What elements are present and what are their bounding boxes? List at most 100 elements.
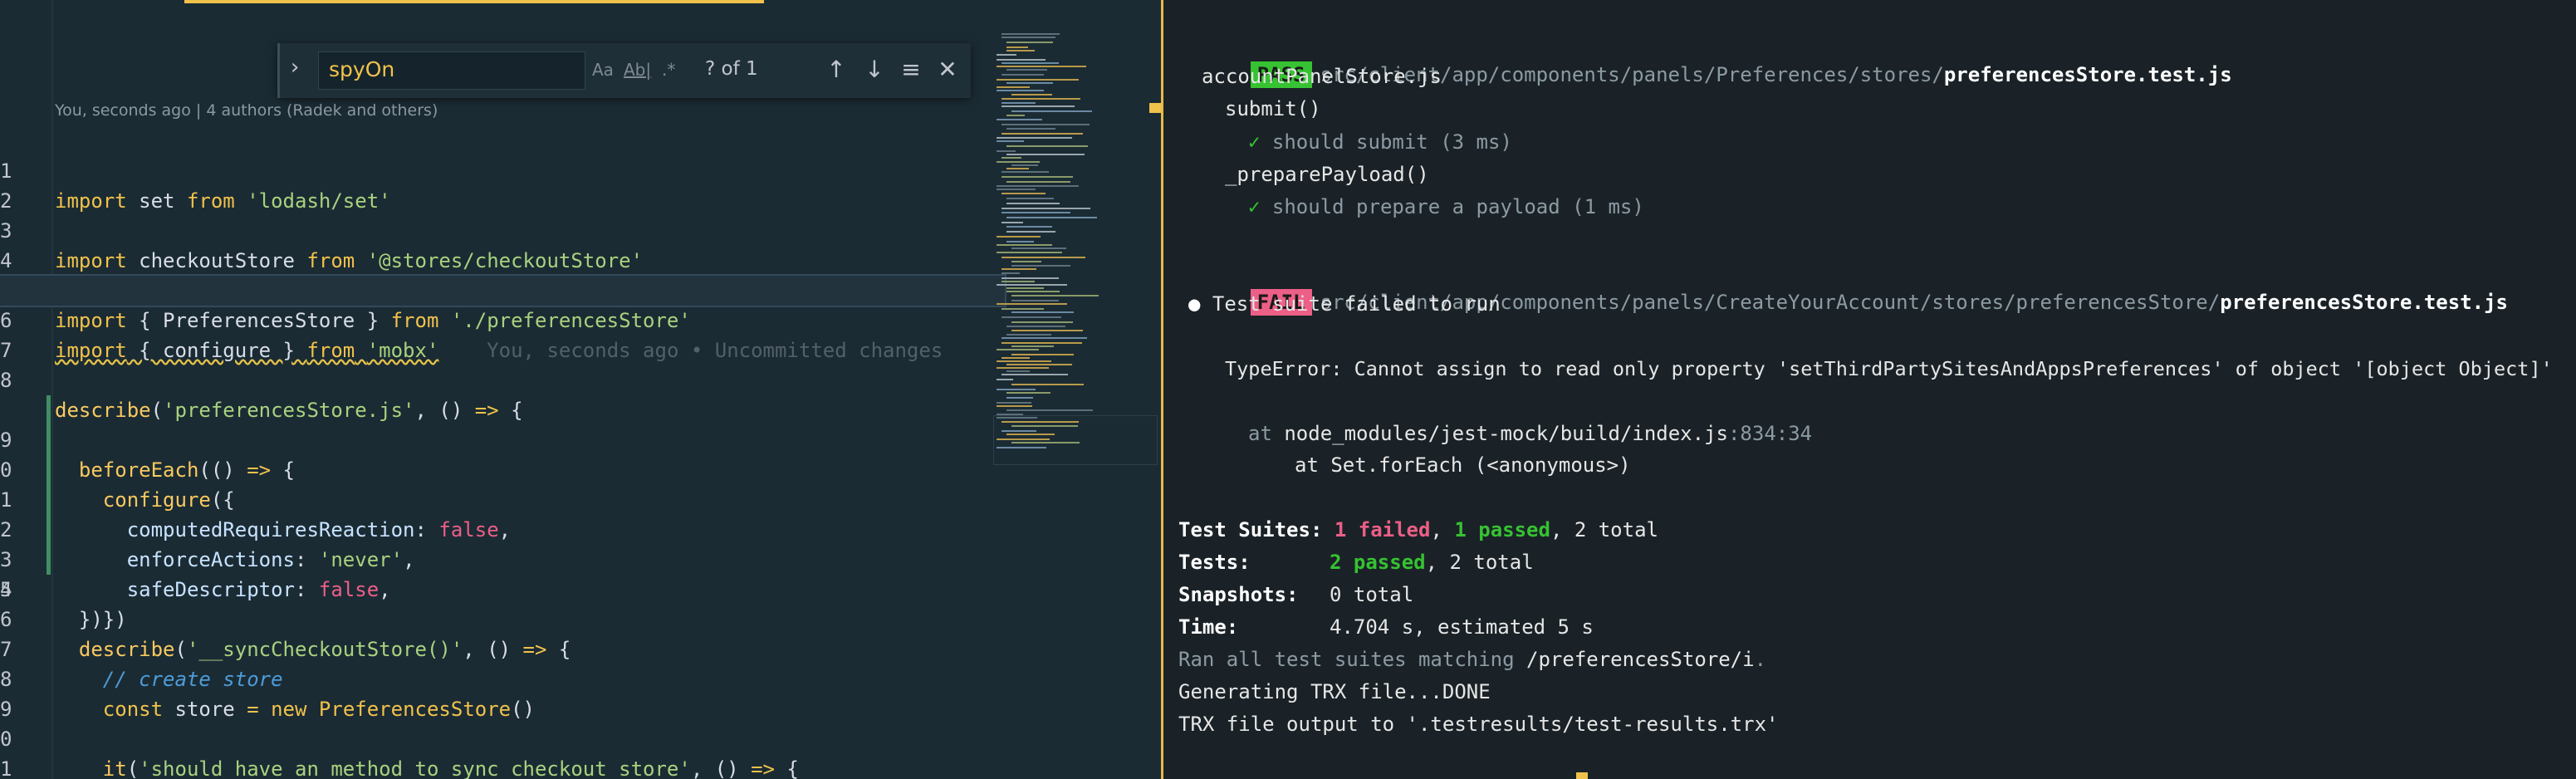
minimap-line xyxy=(1006,50,1035,51)
minimap-line xyxy=(1011,94,1052,96)
tests-total: , 2 total xyxy=(1425,551,1534,574)
minimap-line xyxy=(1011,345,1054,347)
minimap-line xyxy=(1006,231,1055,233)
minimap-line xyxy=(1002,176,1073,178)
pass-line: PASS src/client/app/components/panels/Pre… xyxy=(1178,30,2232,88)
summary-snapshots: Snapshots: 0 total xyxy=(1178,580,1413,610)
minimap-line xyxy=(1011,247,1066,249)
pass-path-file: preferencesStore.test.js xyxy=(1943,63,2232,86)
minimap-line xyxy=(997,150,1016,152)
close-find-icon[interactable]: ✕ xyxy=(931,51,964,88)
minimap-line xyxy=(1002,281,1035,282)
minimap-line xyxy=(997,236,1041,238)
lightbulb-icon[interactable] xyxy=(55,249,165,297)
git-codelens[interactable]: You, seconds ago | 4 authors (Radek and … xyxy=(55,101,438,120)
code-line: 3 safeDescriptor: false, xyxy=(0,485,1005,601)
test-group: submit() xyxy=(1225,97,1321,120)
code-line: 4 import journeyStore from '@stores/jour… xyxy=(0,216,1005,302)
minimap-line xyxy=(1002,308,1044,310)
minimap-line xyxy=(997,79,1079,81)
minimap-line xyxy=(1002,133,1083,135)
minimap-line xyxy=(1002,342,1082,344)
test-result: ✓ should prepare a payload (1 ms) xyxy=(1248,192,1644,222)
find-query: spyOn xyxy=(329,57,395,81)
code-line: 9 beforeEach(() => { xyxy=(0,365,1005,482)
minimap-line xyxy=(1006,217,1097,218)
minimap-line xyxy=(1011,321,1073,323)
code-line: 5 }) xyxy=(0,545,1005,631)
minimap-line xyxy=(997,90,1044,91)
minimap-line xyxy=(997,284,1067,286)
minimap-line xyxy=(1011,295,1099,296)
minimap-line xyxy=(1006,47,1028,48)
minimap-line xyxy=(1002,337,1087,339)
match-case-toggle[interactable]: Aa xyxy=(592,60,614,80)
minimap-line xyxy=(1011,300,1059,301)
code-line: 1 computedRequiresReaction: false, xyxy=(0,425,1005,541)
minimap-line xyxy=(997,405,1032,407)
check-icon: ✓ xyxy=(1248,195,1261,218)
minimap-line xyxy=(997,185,1079,187)
whole-word-toggle[interactable]: Ab| xyxy=(624,60,651,80)
code-line: 4 }) xyxy=(0,515,1005,631)
match-count: ? of 1 xyxy=(705,58,758,80)
screen: You, seconds ago | 4 authors (Radek and … xyxy=(0,0,2576,779)
next-match-arrow-down-icon[interactable]: ↓ xyxy=(858,51,891,88)
minimap-line xyxy=(1002,171,1049,173)
minimap-line xyxy=(997,389,1036,390)
stack-path: node_modules/jest-mock/build/index.js xyxy=(1284,422,1728,445)
summary-tests: Tests: 2 passed, 2 total xyxy=(1178,547,1534,577)
find-in-selection-icon[interactable]: ≡ xyxy=(894,51,928,88)
regex-toggle[interactable]: .* xyxy=(662,60,675,80)
minimap-line xyxy=(997,349,1039,350)
trx-generating: Generating TRX file...DONE xyxy=(1178,680,1491,703)
minimap-line xyxy=(997,189,1036,190)
minimap-line xyxy=(1006,69,1047,71)
code-line: 1 expect(store.__syncCheckoutStore).not.… xyxy=(0,724,1005,779)
minimap-line xyxy=(997,402,1031,404)
minimap[interactable] xyxy=(993,33,1156,465)
suites-total: , 2 total xyxy=(1550,518,1658,541)
find-input[interactable]: spyOn xyxy=(318,51,585,90)
suites-failed: 1 failed xyxy=(1334,518,1431,541)
minimap-line xyxy=(1002,98,1080,100)
minimap-line xyxy=(1006,364,1072,365)
find-widget: › spyOn Aa Ab| .* ? of 1 ↑ ↓ ≡ ✕ xyxy=(277,43,971,98)
summary-label: Test Suites: xyxy=(1178,518,1323,541)
test-name: should prepare a payload (1 ms) xyxy=(1271,195,1644,218)
minimap-line xyxy=(1002,105,1075,107)
minimap-line xyxy=(997,140,1024,142)
toggle-replace-chevron-icon[interactable]: › xyxy=(288,55,301,80)
summary-label: Tests: xyxy=(1178,551,1251,574)
bullet-icon: ● xyxy=(1188,292,1201,316)
fail-path-file: preferencesStore.test.js xyxy=(2220,291,2508,314)
error-message: TypeError: Cannot assign to read only pr… xyxy=(1225,357,2553,380)
minimap-line xyxy=(1002,316,1061,318)
suite-name: accountPanelStore.js xyxy=(1202,65,1442,88)
minimap-line xyxy=(1006,392,1050,394)
overview-ruler-marker xyxy=(1149,103,1161,113)
failure-bullet: ● Test suite failed to run xyxy=(1188,289,1501,319)
minimap-line xyxy=(997,244,1052,246)
minimap-slider[interactable] xyxy=(993,415,1158,465)
minimap-line xyxy=(1002,193,1046,194)
terminal-cursor xyxy=(1576,772,1588,779)
minimap-line xyxy=(997,86,1030,88)
minimap-line xyxy=(1002,277,1059,279)
previous-match-arrow-up-icon[interactable]: ↑ xyxy=(820,51,853,88)
minimap-line xyxy=(1011,261,1041,262)
code-editor[interactable]: You, seconds ago | 4 authors (Radek and … xyxy=(0,0,1161,779)
minimap-line xyxy=(997,137,1072,139)
minimap-line xyxy=(997,119,1042,120)
stack-location: :834:34 xyxy=(1727,422,1813,445)
active-tab-indicator xyxy=(184,0,764,3)
minimap-line xyxy=(1006,154,1085,155)
minimap-line xyxy=(1006,128,1055,130)
test-group: _preparePayload() xyxy=(1225,163,1429,186)
code-line: 0 it('should have an method to sync chec… xyxy=(0,694,1005,779)
trx-output: TRX file output to '.testresults/test-re… xyxy=(1178,713,1779,736)
terminal-panel[interactable]: PASS src/client/app/components/panels/Pre… xyxy=(1163,0,2576,779)
minimap-line xyxy=(997,303,1067,305)
minimap-line xyxy=(1011,354,1074,355)
minimap-line xyxy=(997,252,1062,253)
